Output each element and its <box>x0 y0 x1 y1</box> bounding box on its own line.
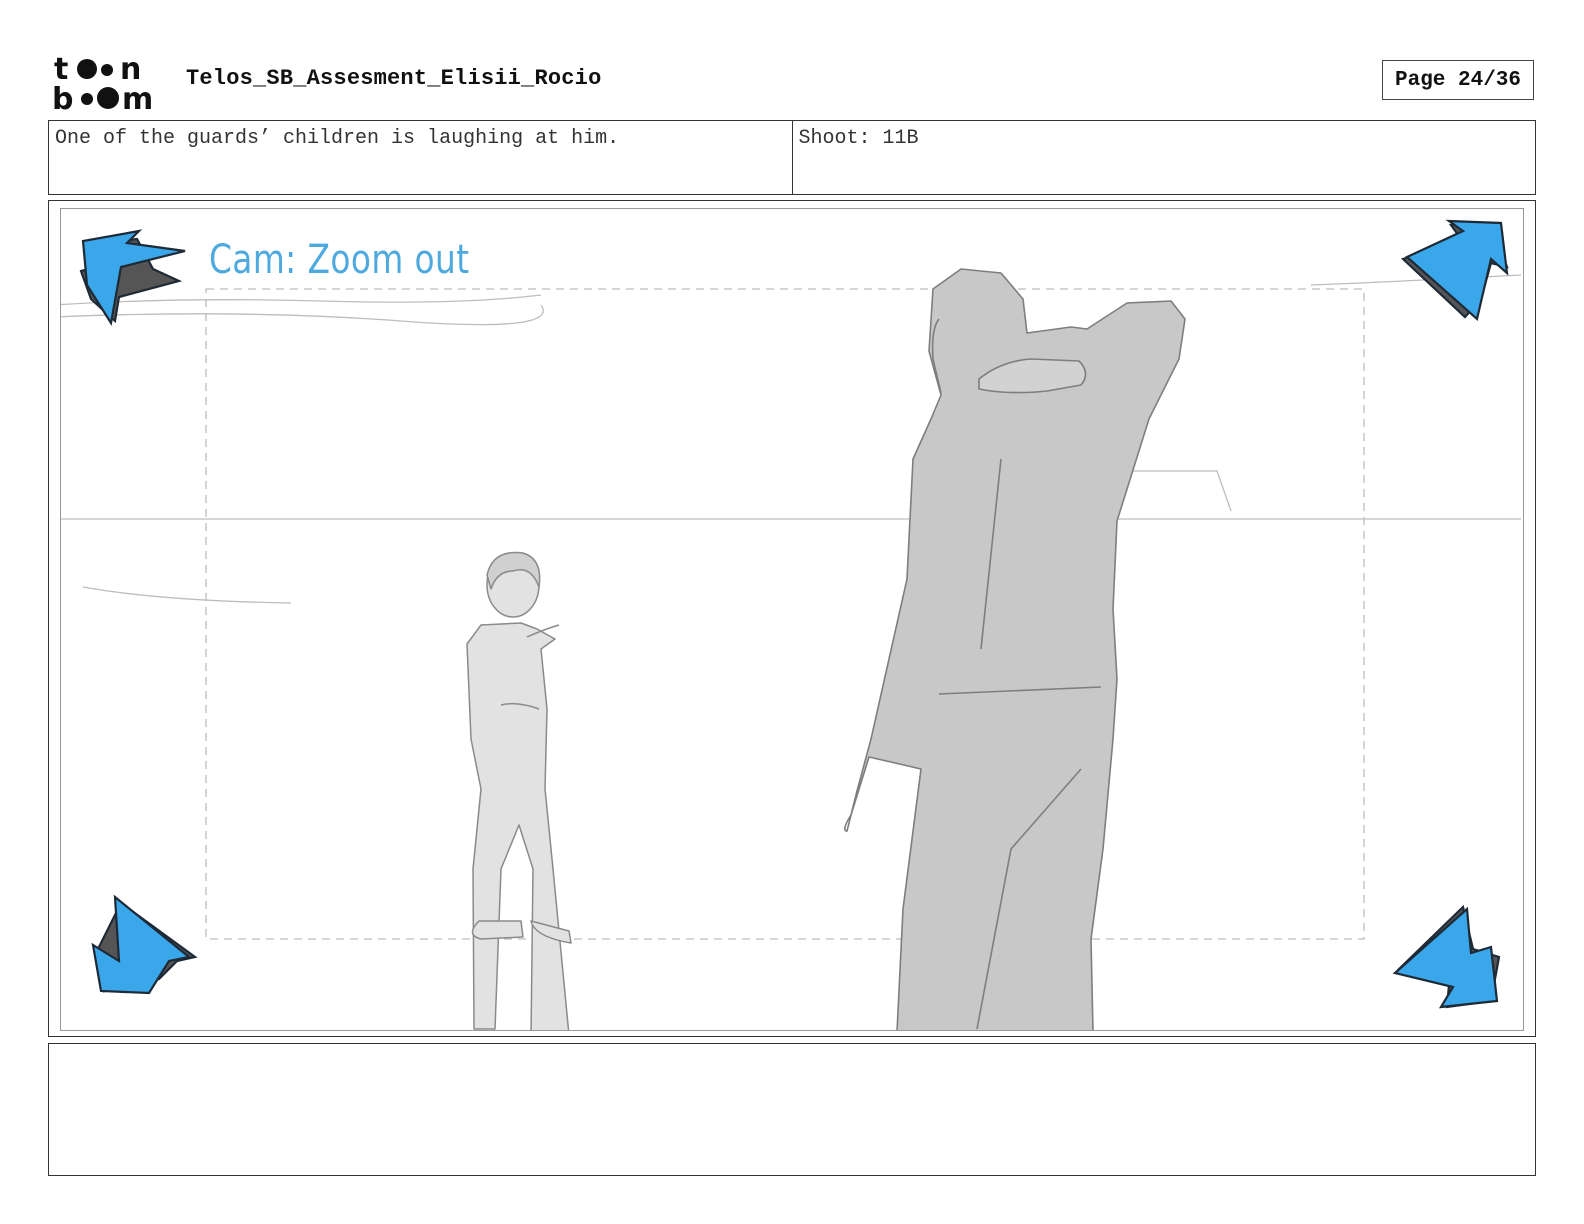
camera-arrow-bottom-left <box>91 894 198 995</box>
document-title: Telos_SB_Assesment_Elisii_Rocio <box>186 66 602 91</box>
shot-label: Shoot: 11B <box>791 121 1536 194</box>
svg-text:b: b <box>52 82 73 112</box>
panel-info-row: One of the guards’ children is laughing … <box>48 120 1536 195</box>
action-description: One of the guards’ children is laughing … <box>55 127 620 150</box>
panel-drawing: Cam: Zoom out <box>60 208 1524 1031</box>
camera-arrow-bottom-right <box>1392 904 1501 1009</box>
camera-arrow-top-right <box>1400 219 1509 322</box>
svg-text:m: m <box>122 82 153 112</box>
background-sketch-lines <box>61 274 1522 604</box>
page-number: Page 24/36 <box>1382 60 1534 100</box>
adult-figure <box>843 268 1186 1030</box>
camera-arrow-top-left <box>79 229 186 326</box>
safe-area-frame <box>205 288 1365 940</box>
child-figure <box>466 551 572 1030</box>
dialogue-notes-box <box>48 1043 1536 1176</box>
toon-boom-logo: t n b m <box>52 52 153 112</box>
storyboard-sketch <box>61 219 1522 1030</box>
camera-note: Cam: Zoom out <box>209 237 470 283</box>
